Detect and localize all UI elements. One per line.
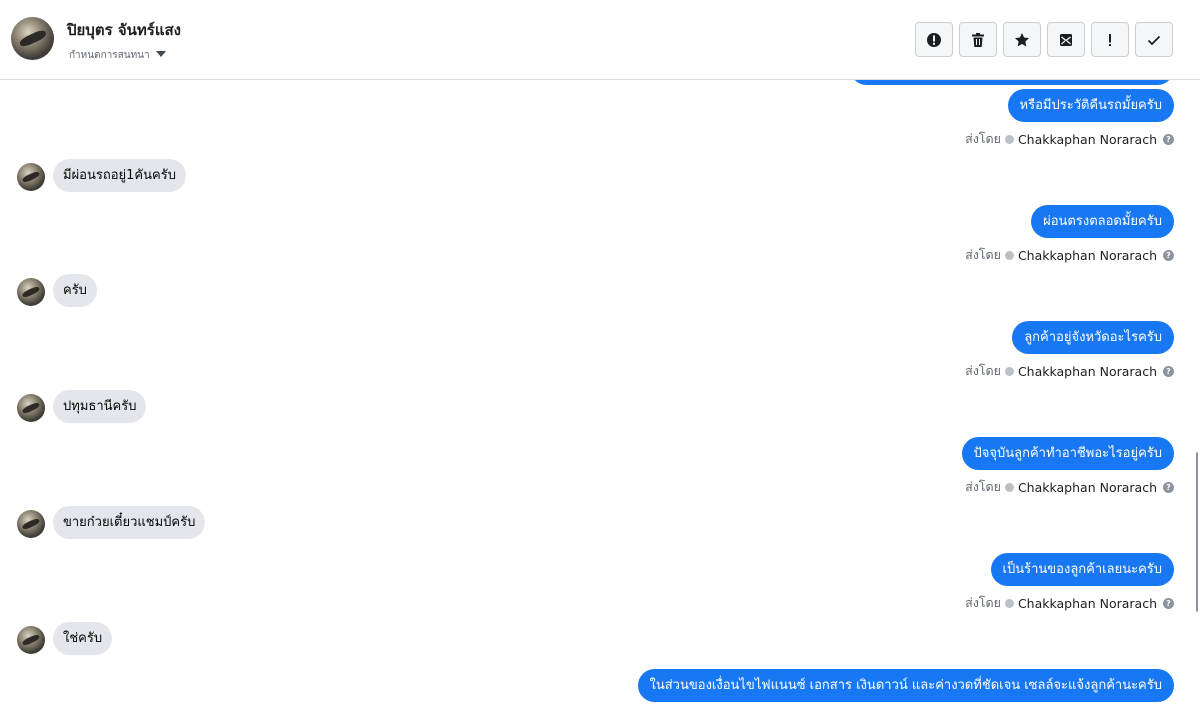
contact-avatar-small <box>17 626 45 654</box>
contact-avatar-small <box>17 163 45 191</box>
help-icon[interactable]: ? <box>1163 597 1174 609</box>
assign-conversation-dropdown[interactable]: กำหนดการสนทนา <box>69 48 150 63</box>
message-bubble-incoming[interactable]: มีผ่อนรถอยู่1คันครับ <box>53 159 186 192</box>
message-bubble-incoming[interactable]: ใช่ครับ <box>53 622 113 655</box>
sender-line: ส่งโดย Chakkaphan Norarach ? <box>965 593 1174 613</box>
sender-line: ส่งโดย Chakkaphan Norarach ? <box>965 361 1174 381</box>
contact-name[interactable]: ปิยบุตร จันทร์แสง <box>67 18 181 42</box>
priority-button[interactable] <box>1091 22 1129 57</box>
envelope-icon <box>1060 33 1072 46</box>
sender-line: ส่งโดย Chakkaphan Norarach ? <box>965 129 1174 149</box>
help-icon[interactable]: ? <box>1163 249 1174 261</box>
mark-done-button[interactable] <box>1135 22 1173 57</box>
message-bubble-incoming[interactable]: ปทุมธานีครับ <box>53 390 147 423</box>
sent-status-icon <box>1004 134 1014 144</box>
message-bubble-outgoing[interactable] <box>850 80 1174 85</box>
sender-line: ส่งโดย Chakkaphan Norarach ? <box>965 245 1174 265</box>
help-icon[interactable]: ? <box>1163 133 1174 145</box>
sender-line: ส่งโดย Chakkaphan Norarach ? <box>965 477 1174 497</box>
message-bubble-outgoing[interactable]: หรือมีประวัติคืนรถมั้ยครับ <box>1007 89 1174 122</box>
sent-by-label: ส่งโดย <box>965 363 1001 378</box>
agent-name: Chakkaphan Norarach <box>1017 363 1157 379</box>
sent-by-label: ส่งโดย <box>965 479 1001 494</box>
mark-unread-button[interactable] <box>1047 22 1085 57</box>
message-thread[interactable]: หรือมีประวัติคืนรถมั้ยครับ ส่งโดย Chakka… <box>0 80 1200 705</box>
help-icon[interactable]: ? <box>1163 481 1174 493</box>
delete-button[interactable] <box>959 22 997 57</box>
sent-status-icon <box>1004 366 1014 376</box>
sent-status-icon <box>1004 482 1014 492</box>
caret-down-icon[interactable] <box>156 51 166 57</box>
alert-circle-button[interactable] <box>915 22 953 57</box>
sent-status-icon <box>1004 250 1014 260</box>
scrollbar-thumb[interactable] <box>1196 452 1198 612</box>
message-bubble-outgoing[interactable]: ผ่อนตรงตลอดมั้ยครับ <box>1031 205 1174 238</box>
exclamation-icon <box>1109 33 1111 46</box>
contact-avatar-small <box>17 278 45 306</box>
checkmark-icon <box>1147 35 1161 45</box>
conversation-header: ปิยบุตร จันทร์แสง กำหนดการสนทนา <box>0 0 1200 80</box>
agent-name: Chakkaphan Norarach <box>1017 247 1157 263</box>
agent-name: Chakkaphan Norarach <box>1017 595 1157 611</box>
message-bubble-outgoing[interactable]: ลูกค้าอยู่จังหวัดอะไรครับ <box>1012 321 1174 354</box>
sent-by-label: ส่งโดย <box>965 131 1001 146</box>
star-icon <box>1015 32 1029 46</box>
contact-avatar[interactable] <box>11 17 54 60</box>
message-bubble-outgoing[interactable]: เป็นร้านของลูกค้าเลยนะครับ <box>990 553 1174 586</box>
help-icon[interactable]: ? <box>1163 365 1174 377</box>
message-bubble-incoming[interactable]: ขายก๋วยเตี๋ยวแชมป์ครับ <box>53 506 206 539</box>
contact-avatar-small <box>17 394 45 422</box>
conversation-toolbar <box>915 22 1173 57</box>
agent-name: Chakkaphan Norarach <box>1017 131 1157 147</box>
sent-by-label: ส่งโดย <box>965 595 1001 610</box>
agent-name: Chakkaphan Norarach <box>1017 479 1157 495</box>
star-button[interactable] <box>1003 22 1041 57</box>
contact-avatar-small <box>17 510 45 538</box>
sent-status-icon <box>1004 598 1014 608</box>
trash-icon <box>972 32 984 47</box>
sent-by-label: ส่งโดย <box>965 247 1001 262</box>
alert-circle-icon <box>927 32 941 47</box>
message-bubble-outgoing[interactable]: ในส่วนของเงื่อนไขไฟแนนซ์ เอกสาร เงินดาวน… <box>637 669 1174 702</box>
message-bubble-outgoing[interactable]: ปัจจุบันลูกค้าทำอาชีพอะไรอยู่ครับ <box>961 437 1174 470</box>
message-bubble-incoming[interactable]: ครับ <box>53 274 97 307</box>
